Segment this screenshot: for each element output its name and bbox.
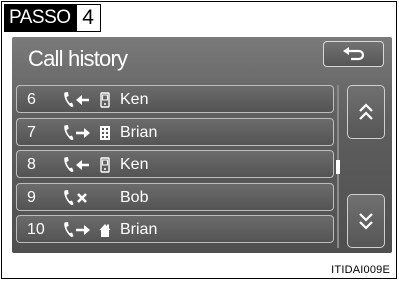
screen-title: Call history <box>28 46 128 71</box>
home-icon <box>99 224 111 237</box>
return-arrow-icon <box>342 47 364 61</box>
figure-code: ITIDAI009E <box>331 264 390 276</box>
call-index: 6 <box>27 91 36 108</box>
call-history-item[interactable]: 7 Brian <box>16 117 334 146</box>
call-history-screen: Call history 6 Ken 7 Brian 8 Ken 9 Bob 10 Brian <box>12 37 392 253</box>
scroll-down-button[interactable] <box>347 194 385 248</box>
back-button[interactable] <box>323 41 384 67</box>
outgoing-call-icon <box>64 124 90 140</box>
missed-call-icon <box>64 189 87 205</box>
step-number: 4 <box>76 4 101 32</box>
contact-name: Brian <box>120 221 158 238</box>
scroll-up-button[interactable] <box>347 85 385 139</box>
contact-name: Ken <box>120 156 149 173</box>
incoming-call-icon <box>64 92 89 107</box>
contact-name: Brian <box>120 123 158 141</box>
figure-frame: PASSO 4 Call history 6 Ken 7 Brian 8 Ken 9 Bob 1… <box>1 1 397 279</box>
call-history-item[interactable]: 9 Bob <box>16 182 334 211</box>
call-history-item[interactable]: 6 Ken <box>16 85 334 113</box>
office-building-icon <box>100 125 110 140</box>
call-index: 9 <box>27 188 36 206</box>
call-index: 8 <box>27 156 36 173</box>
mobile-phone-icon <box>100 157 110 173</box>
scrollbar-thumb[interactable] <box>336 160 340 174</box>
contact-name: Bob <box>120 188 149 206</box>
step-tag: PASSO 4 <box>4 4 101 32</box>
double-chevron-down-icon <box>359 213 373 230</box>
call-index: 10 <box>27 221 45 238</box>
step-word: PASSO <box>4 4 77 32</box>
call-history-item[interactable]: 8 Ken <box>16 150 334 178</box>
outgoing-call-icon <box>64 222 90 237</box>
contact-name: Ken <box>120 91 149 108</box>
call-history-item[interactable]: 10 Brian <box>16 215 334 243</box>
call-index: 7 <box>27 123 36 141</box>
incoming-call-icon <box>64 157 89 172</box>
mobile-phone-icon <box>100 92 110 108</box>
double-chevron-up-icon <box>359 103 373 120</box>
